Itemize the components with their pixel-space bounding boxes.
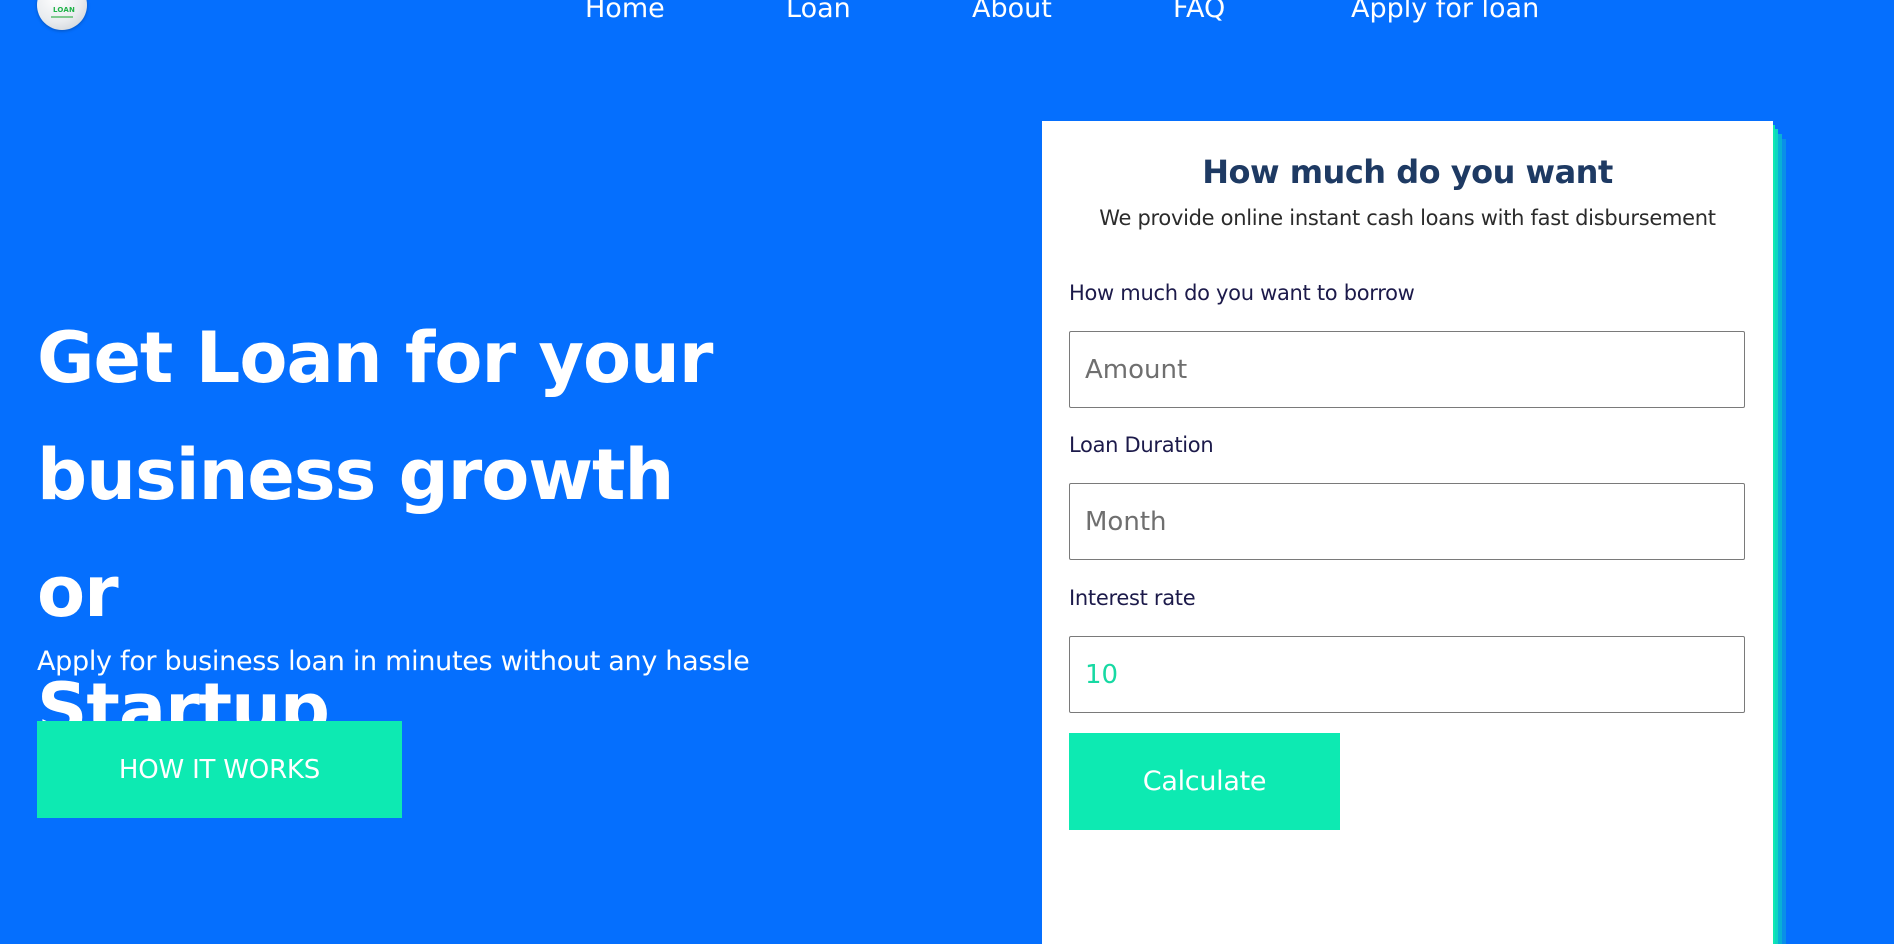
nav-faq[interactable]: FAQ xyxy=(1173,0,1225,26)
main-nav: Home Loan About FAQ Apply for loan xyxy=(0,0,1894,26)
duration-input[interactable] xyxy=(1069,483,1745,560)
hero-subtitle: Apply for business loan in minutes witho… xyxy=(37,646,750,677)
nav-apply-for-loan[interactable]: Apply for loan xyxy=(1351,0,1539,26)
amount-label: How much do you want to borrow xyxy=(1069,281,1415,305)
hero-title: Get Loan for your business growth or Sta… xyxy=(37,300,737,768)
duration-label: Loan Duration xyxy=(1069,433,1214,457)
amount-input[interactable] xyxy=(1069,331,1745,408)
interest-rate-label: Interest rate xyxy=(1069,586,1196,610)
calculate-button[interactable]: Calculate xyxy=(1069,733,1340,830)
hero-title-line: Get Loan for your xyxy=(37,317,713,399)
loan-calculator-card: How much do you want We provide online i… xyxy=(1042,121,1773,944)
nav-home[interactable]: Home xyxy=(585,0,665,26)
calculator-description: We provide online instant cash loans wit… xyxy=(1099,206,1716,230)
nav-loan[interactable]: Loan xyxy=(786,0,851,26)
interest-rate-input[interactable] xyxy=(1069,636,1745,713)
hero-title-line: business growth or xyxy=(37,434,674,633)
how-it-works-button[interactable]: HOW IT WORKS xyxy=(37,721,402,818)
nav-about[interactable]: About xyxy=(972,0,1052,26)
calculator-title: How much do you want xyxy=(1202,153,1613,191)
